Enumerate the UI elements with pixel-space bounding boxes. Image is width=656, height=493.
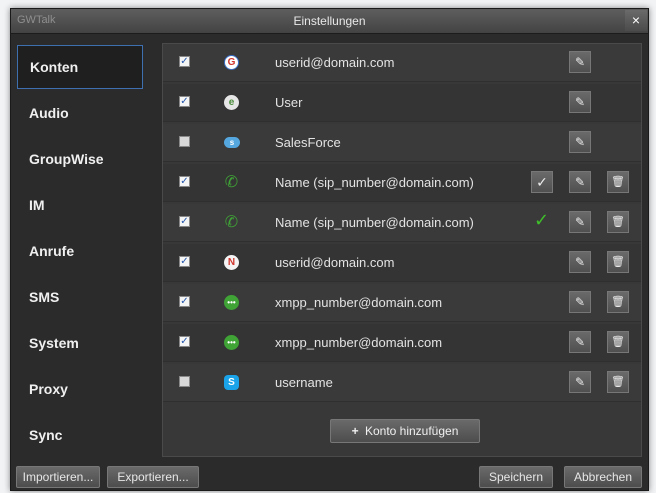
add-account-button[interactable]: + Konto hinzufügen <box>330 419 480 443</box>
account-row: ✓ Nuserid@domain.com ✎ 🗑 <box>163 244 641 282</box>
account-enabled-checkbox[interactable] <box>179 136 190 147</box>
delete-account-button[interactable]: 🗑 <box>607 331 629 353</box>
edit-account-button[interactable]: ✎ <box>569 251 591 273</box>
delete-account-button[interactable]: 🗑 <box>607 291 629 313</box>
account-enabled-checkbox[interactable] <box>179 376 190 387</box>
account-row: ✓ ✆ Name (sip_number@domain.com) ✓ ✎ 🗑 <box>163 164 641 202</box>
sidebar-item-anrufe[interactable]: Anrufe <box>17 229 143 273</box>
sidebar-item-im[interactable]: IM <box>17 183 143 227</box>
delete-account-button[interactable]: 🗑 <box>607 211 629 233</box>
sidebar-item-proxy[interactable]: Proxy <box>17 367 143 411</box>
account-enabled-checkbox[interactable]: ✓ <box>179 96 190 107</box>
account-enabled-checkbox[interactable]: ✓ <box>179 216 190 227</box>
edit-account-button[interactable]: ✎ <box>569 51 591 73</box>
account-enabled-checkbox[interactable]: ✓ <box>179 56 190 67</box>
cancel-button[interactable]: Abbrechen <box>564 466 642 488</box>
account-name: User <box>275 95 303 110</box>
window-title: Einstellungen <box>293 14 366 28</box>
delete-account-button[interactable]: 🗑 <box>607 371 629 393</box>
sidebar-item-konten[interactable]: Konten <box>17 45 143 89</box>
skype-icon: S <box>224 375 239 390</box>
edit-account-button[interactable]: ✎ <box>569 171 591 193</box>
export-button[interactable]: Exportieren... <box>107 466 199 488</box>
delete-account-button[interactable]: 🗑 <box>607 171 629 193</box>
add-account-label: Konto hinzufügen <box>364 424 459 438</box>
edit-account-button[interactable]: ✎ <box>569 371 591 393</box>
account-name: xmpp_number@domain.com <box>275 295 443 310</box>
account-enabled-checkbox[interactable]: ✓ <box>179 336 190 347</box>
delete-account-button[interactable]: 🗑 <box>607 251 629 273</box>
account-row: Susername ✎ 🗑 <box>163 364 641 402</box>
account-name: SalesForce <box>275 135 341 150</box>
edit-account-button[interactable]: ✎ <box>569 131 591 153</box>
accounts-list: ✓ Guserid@domain.com ✎ ✓ e User ✎ s SalesForce ✎ ✓… <box>162 43 642 457</box>
account-enabled-checkbox[interactable]: ✓ <box>179 256 190 267</box>
account-name: xmpp_number@domain.com <box>275 335 443 350</box>
account-enabled-checkbox[interactable]: ✓ <box>179 176 190 187</box>
account-name: Name (sip_number@domain.com) <box>275 175 474 190</box>
plus-icon: + <box>351 424 359 438</box>
sidebar-item-sms[interactable]: SMS <box>17 275 143 319</box>
account-row: ✓ e User ✎ <box>163 84 641 122</box>
title-bar[interactable]: GWTalk Einstellungen × <box>11 9 648 34</box>
xmpp-icon: ••• <box>224 335 239 350</box>
xmpp-icon: ••• <box>224 295 239 310</box>
google-icon: G <box>224 55 239 70</box>
settings-window: GWTalk Einstellungen × Konten Audio GroupW… <box>10 8 649 491</box>
sidebar-item-sync[interactable]: Sync <box>17 413 143 457</box>
edit-account-button[interactable]: ✎ <box>569 211 591 233</box>
account-row: ✓ ••• xmpp_number@domain.com ✎ 🗑 <box>163 324 641 362</box>
close-icon[interactable]: × <box>625 10 647 31</box>
save-button[interactable]: Speichern <box>479 466 553 488</box>
account-row: ✓ ✆ Name (sip_number@domain.com) ✓ ✎ 🗑 <box>163 204 641 242</box>
phone-icon: ✆ <box>224 214 239 231</box>
account-name: userid@domain.com <box>275 255 395 270</box>
phone-icon: ✆ <box>224 174 239 191</box>
settings-sidebar: Konten Audio GroupWise IM Anrufe SMS System Pro… <box>17 45 143 459</box>
account-row: s SalesForce ✎ <box>163 124 641 162</box>
connected-check-icon: ✓ <box>534 210 550 230</box>
salesforce-icon: s <box>224 137 240 148</box>
account-row: ✓ Guserid@domain.com ✎ <box>163 44 641 82</box>
confirm-button[interactable]: ✓ <box>531 171 553 193</box>
edit-account-button[interactable]: ✎ <box>569 291 591 313</box>
sidebar-item-system[interactable]: System <box>17 321 143 365</box>
import-button[interactable]: Importieren... <box>16 466 100 488</box>
account-row: ✓ ••• xmpp_number@domain.com ✎ 🗑 <box>163 284 641 322</box>
sidebar-item-audio[interactable]: Audio <box>17 91 143 135</box>
account-name: username <box>275 375 333 390</box>
user-icon: e <box>224 95 239 110</box>
edit-account-button[interactable]: ✎ <box>569 91 591 113</box>
account-enabled-checkbox[interactable]: ✓ <box>179 296 190 307</box>
novell-icon: N <box>224 255 239 270</box>
account-name: userid@domain.com <box>275 55 395 70</box>
edit-account-button[interactable]: ✎ <box>569 331 591 353</box>
account-name: Name (sip_number@domain.com) <box>275 215 474 230</box>
sidebar-item-groupwise[interactable]: GroupWise <box>17 137 143 181</box>
add-account-area: + Konto hinzufügen <box>163 410 641 456</box>
